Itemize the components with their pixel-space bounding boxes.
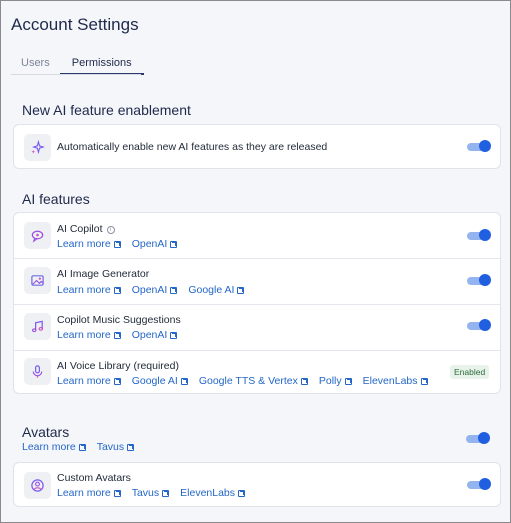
learn-more-link[interactable]: Learn more <box>57 284 121 296</box>
toggle-knob <box>478 432 490 444</box>
external-link-icon <box>162 489 170 497</box>
feature-row-music: Copilot Music Suggestions Learn more Ope… <box>14 305 500 350</box>
music-suggestions-toggle[interactable] <box>467 319 491 331</box>
image-icon <box>24 267 51 294</box>
feature-row-image-generator: AI Image Generator Learn more OpenAI Goo… <box>14 259 500 304</box>
elevenlabs-link[interactable]: ElevenLabs <box>180 487 246 499</box>
image-generator-toggle[interactable] <box>467 274 491 286</box>
external-link-icon <box>113 331 121 339</box>
learn-more-link[interactable]: Learn more <box>22 441 86 453</box>
learn-more-link[interactable]: Learn more <box>57 329 121 341</box>
tavus-link[interactable]: Tavus <box>97 441 135 453</box>
feature-title: AI Copilot i <box>57 223 115 235</box>
external-link-icon <box>344 377 352 385</box>
copilot-icon <box>24 222 51 249</box>
ai-features-card: AI Copilot i Learn more OpenAI AI Image G… <box>13 212 501 394</box>
external-link-icon <box>170 286 178 294</box>
feature-links: Learn more OpenAI <box>57 238 188 250</box>
toggle-knob <box>479 140 491 152</box>
feature-links: Learn more Tavus ElevenLabs <box>57 487 256 499</box>
feature-links: Learn more OpenAI Google AI <box>57 284 255 296</box>
feature-title: AI Voice Library (required) <box>57 360 179 372</box>
feature-row-voice-library: AI Voice Library (required) Learn more G… <box>14 351 500 395</box>
toggle-knob <box>479 274 491 286</box>
external-link-icon <box>113 286 121 294</box>
elevenlabs-link[interactable]: ElevenLabs <box>363 375 428 387</box>
feature-row-copilot: AI Copilot i Learn more OpenAI <box>14 213 500 258</box>
external-link-icon <box>238 489 246 497</box>
toggle-knob <box>479 478 491 490</box>
google-ai-link[interactable]: Google AI <box>132 375 188 387</box>
google-tts-vertex-link[interactable]: Google TTS & Vertex <box>199 375 308 387</box>
avatar-icon <box>24 472 51 499</box>
avatars-card: Custom Avatars Learn more Tavus ElevenLa… <box>13 462 501 507</box>
auto-enable-label: Automatically enable new AI features as … <box>57 141 328 153</box>
feature-title-text: AI Copilot <box>57 223 103 235</box>
learn-more-link[interactable]: Learn more <box>57 487 121 499</box>
google-ai-link[interactable]: Google AI <box>188 284 245 296</box>
microphone-icon <box>24 358 51 385</box>
external-link-icon <box>127 443 135 451</box>
openai-link[interactable]: OpenAI <box>132 238 178 250</box>
external-link-icon <box>170 331 178 339</box>
status-badge: Enabled <box>450 365 490 379</box>
feature-title: Custom Avatars <box>57 472 131 484</box>
section-title-avatars: Avatars <box>22 424 70 440</box>
avatars-toggle[interactable] <box>466 432 490 444</box>
feature-title: AI Image Generator <box>57 268 150 280</box>
external-link-icon <box>113 489 121 497</box>
music-icon <box>24 313 51 340</box>
external-link-icon <box>113 240 121 248</box>
tavus-link[interactable]: Tavus <box>132 487 170 499</box>
external-link-icon <box>78 443 86 451</box>
page-title: Account Settings <box>11 15 139 34</box>
external-link-icon <box>170 240 178 248</box>
external-link-icon <box>420 377 428 385</box>
openai-link[interactable]: OpenAI <box>132 284 178 296</box>
info-icon[interactable]: i <box>106 226 115 234</box>
external-link-icon <box>113 377 121 385</box>
tab-divider <box>11 74 141 75</box>
feature-title: Copilot Music Suggestions <box>57 314 181 326</box>
new-ai-card: Automatically enable new AI features as … <box>13 124 501 169</box>
feature-links: Learn more OpenAI <box>57 329 188 341</box>
copilot-toggle[interactable] <box>467 229 491 241</box>
avatars-links: Learn more Tavus <box>22 441 145 453</box>
polly-link[interactable]: Polly <box>319 375 352 387</box>
tab-permissions[interactable]: Permissions <box>59 55 144 75</box>
toggle-knob <box>479 319 491 331</box>
auto-enable-toggle[interactable] <box>467 140 491 152</box>
learn-more-link[interactable]: Learn more <box>57 375 121 387</box>
sparkles-icon <box>24 134 51 161</box>
toggle-knob <box>479 229 491 241</box>
feature-links: Learn more Google AI Google TTS & Vertex… <box>57 375 439 387</box>
section-title-ai-features: AI features <box>22 191 90 207</box>
external-link-icon <box>237 286 245 294</box>
learn-more-link[interactable]: Learn more <box>57 238 121 250</box>
custom-avatars-toggle[interactable] <box>467 478 491 490</box>
settings-window: Account Settings Users Permissions New A… <box>0 0 511 523</box>
openai-link[interactable]: OpenAI <box>132 329 178 341</box>
external-link-icon <box>180 377 188 385</box>
tab-users[interactable]: Users <box>11 55 60 75</box>
section-title-new-ai: New AI feature enablement <box>22 102 191 118</box>
tab-bar: Users Permissions <box>11 55 144 75</box>
external-link-icon <box>300 377 308 385</box>
